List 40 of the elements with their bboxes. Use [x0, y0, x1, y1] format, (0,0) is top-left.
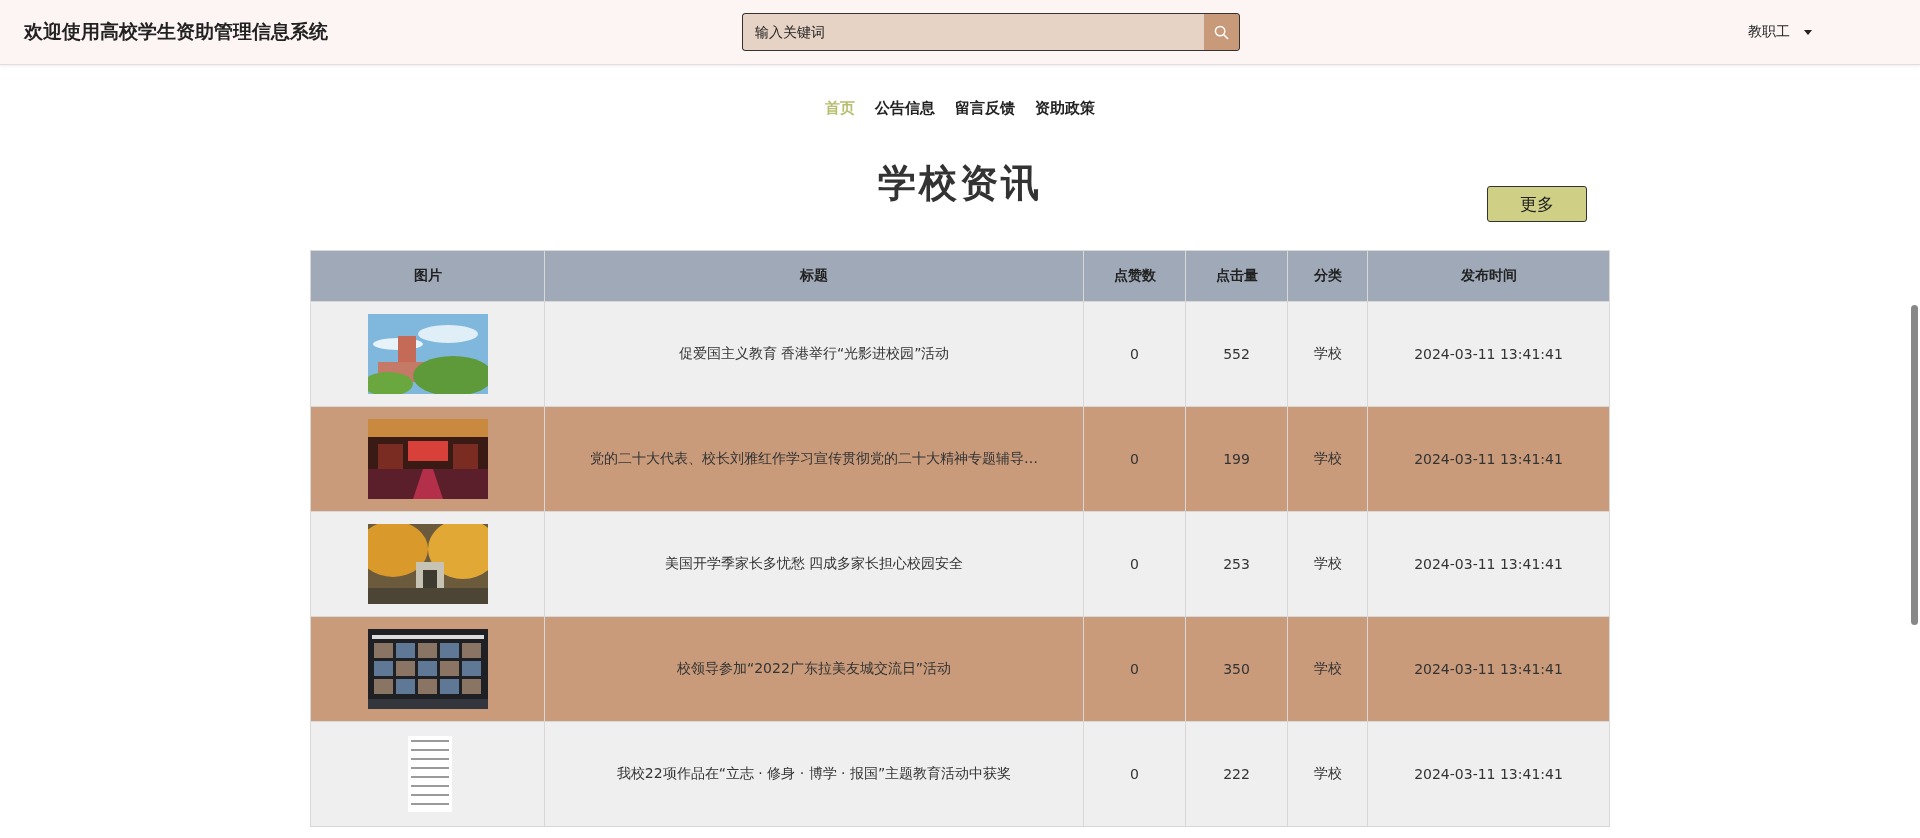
table-cell: 学校: [1287, 301, 1368, 407]
column-header: 图片: [310, 250, 545, 302]
table-cell: 我校22项作品在“立志 · 修身 · 博学 · 报国”主题教育活动中获奖: [544, 721, 1084, 827]
table-cell: 学校: [1287, 721, 1368, 827]
table-cell: 0: [1083, 301, 1186, 407]
table-cell: 253: [1185, 511, 1288, 617]
table-cell: 222: [1185, 721, 1288, 827]
table-cell: 学校: [1287, 616, 1368, 722]
caret-icon: [1804, 29, 1812, 35]
table-cell: 2024-03-11 13:41:41: [1367, 721, 1610, 827]
table-cell: 350: [1185, 616, 1288, 722]
nav-link[interactable]: 留言反馈: [955, 99, 1015, 118]
more-button[interactable]: 更多: [1486, 186, 1587, 222]
column-header: 点赞数: [1083, 250, 1186, 302]
column-header: 分类: [1287, 250, 1368, 302]
nav-link[interactable]: 公告信息: [875, 99, 935, 118]
column-header: 标题: [544, 250, 1084, 302]
table-cell: 0: [1083, 406, 1186, 512]
table-cell: 学校: [1287, 511, 1368, 617]
column-header: 点击量: [1185, 250, 1288, 302]
table-cell: 0: [1083, 616, 1186, 722]
nav-link[interactable]: 资助政策: [1035, 99, 1095, 118]
table-cell: 2024-03-11 13:41:41: [1367, 511, 1610, 617]
table-cell: 552: [1185, 301, 1288, 407]
table-cell: 校领导参加“2022广东拉美友城交流日”活动: [544, 616, 1084, 722]
table-cell: 0: [1083, 721, 1186, 827]
table-cell: 2024-03-11 13:41:41: [1367, 616, 1610, 722]
scrollbar[interactable]: [1911, 305, 1918, 625]
site-title: 欢迎使用高校学生资助管理信息系统: [24, 19, 329, 44]
table-cell: 2024-03-11 13:41:41: [1367, 301, 1610, 407]
table-cell: 199: [1185, 406, 1288, 512]
table-cell: 促爱国主义教育 香港举行“光影进校园”活动: [544, 301, 1084, 407]
table-cell: 美国开学季家长多忧愁 四成多家长担心校园安全: [544, 511, 1084, 617]
table-cell: 0: [1083, 511, 1186, 617]
user-menu[interactable]: 教职工: [1742, 22, 1818, 42]
table-cell: 2024-03-11 13:41:41: [1367, 406, 1610, 512]
table-cell: 学校: [1287, 406, 1368, 512]
table-cell: 党的二十大代表、校长刘雅红作学习宣传贯彻党的二十大精神专题辅导…: [544, 406, 1084, 512]
section-title: 学校资讯: [878, 160, 1042, 207]
column-header: 发布时间: [1367, 250, 1610, 302]
